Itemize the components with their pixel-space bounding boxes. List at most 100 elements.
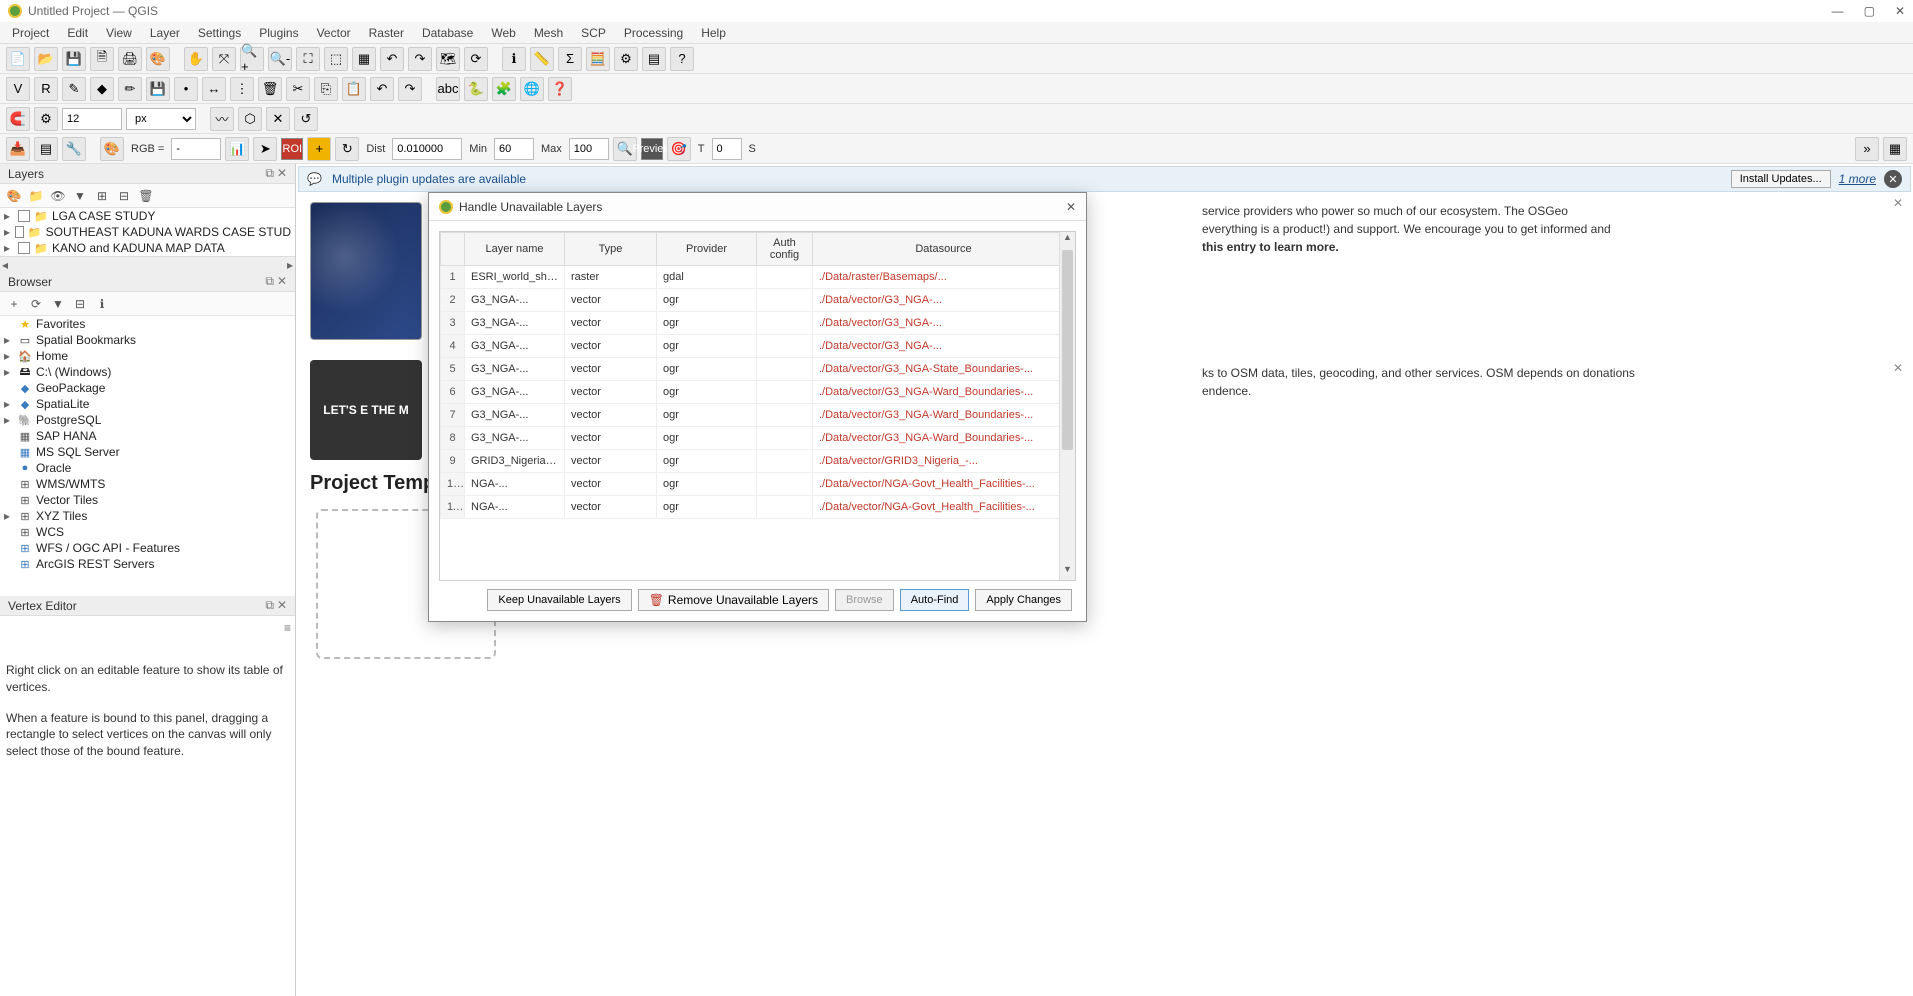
browser-item[interactable]: ▸▭Spatial Bookmarks — [0, 332, 295, 348]
scp-tools-icon[interactable]: 🔧 — [62, 137, 86, 161]
scp-more-icon[interactable]: » — [1855, 137, 1879, 161]
delete-selected-icon[interactable]: 🗑 — [258, 77, 282, 101]
menu-scp[interactable]: SCP — [573, 24, 614, 42]
scp-plus-icon[interactable]: + — [307, 137, 331, 161]
table-row[interactable]: 3G3_NGA-...vectorogr./Data/vector/G3_NGA… — [441, 312, 1075, 335]
vertex-close-icon[interactable]: ✕ — [277, 598, 287, 613]
window-close-button[interactable]: ✕ — [1895, 4, 1905, 18]
browser-item[interactable]: ⊞WFS / OGC API - Features — [0, 540, 295, 556]
menu-processing[interactable]: Processing — [616, 24, 691, 42]
browser-refresh-icon[interactable]: ⟳ — [28, 296, 44, 312]
layers-remove-icon[interactable]: 🗑 — [138, 188, 154, 204]
vertex-menu-icon[interactable]: ≡ — [284, 620, 291, 637]
browser-item[interactable]: ⊞ArcGIS REST Servers — [0, 556, 295, 572]
browser-item[interactable]: ▦SAP HANA — [0, 428, 295, 444]
pan-selection-icon[interactable]: ⤧ — [212, 47, 236, 71]
news-thumbnail-1[interactable] — [310, 202, 422, 340]
help-icon[interactable]: ? — [670, 47, 694, 71]
snap-unit-select[interactable]: px — [126, 108, 196, 130]
open-project-icon[interactable]: 📂 — [34, 47, 58, 71]
pan-icon[interactable]: ✋ — [184, 47, 208, 71]
layer-group-item[interactable]: ▸📁SOUTHEAST KADUNA WARDS CASE STUD — [0, 224, 295, 240]
new-map-view-icon[interactable]: 🗺 — [436, 47, 460, 71]
remove-layers-button[interactable]: 🗑Remove Unavailable Layers — [638, 589, 829, 611]
style-manager-icon[interactable]: 🎨 — [146, 47, 170, 71]
news-close-1-icon[interactable]: ✕ — [1893, 194, 1903, 212]
scp-input-icon[interactable]: 📥 — [6, 137, 30, 161]
add-feature-icon[interactable]: • — [174, 77, 198, 101]
browse-button[interactable]: Browse — [835, 589, 894, 611]
window-maximize-button[interactable]: ▢ — [1864, 4, 1875, 18]
browser-item[interactable]: ▸🖴C:\ (Windows) — [0, 364, 295, 380]
avoid-overlap-icon[interactable]: ✕ — [266, 107, 290, 131]
menu-raster[interactable]: Raster — [361, 24, 412, 42]
browser-item[interactable]: ▸🏠Home — [0, 348, 295, 364]
browser-item[interactable]: ⊞Vector Tiles — [0, 492, 295, 508]
browser-item[interactable]: ★Favorites — [0, 316, 295, 332]
scroll-up-icon[interactable]: ▲ — [1060, 232, 1075, 248]
measure-icon[interactable]: 📏 — [530, 47, 554, 71]
menu-project[interactable]: Project — [4, 24, 57, 42]
zoom-out-icon[interactable]: 🔍- — [268, 47, 292, 71]
toolbox-icon[interactable]: ⚙ — [614, 47, 638, 71]
table-row[interactable]: 5G3_NGA-...vectorogr./Data/vector/G3_NGA… — [441, 358, 1075, 381]
save-as-icon[interactable]: 🗎 — [90, 47, 114, 71]
table-row[interactable]: 6G3_NGA-...vectorogr./Data/vector/G3_NGA… — [441, 381, 1075, 404]
menu-mesh[interactable]: Mesh — [526, 24, 571, 42]
python-console-icon[interactable]: 🐍 — [464, 77, 488, 101]
scp-classify-icon[interactable]: 🎯 — [667, 137, 691, 161]
zoom-in-icon[interactable]: 🔍+ — [240, 47, 264, 71]
menu-help[interactable]: Help — [693, 24, 734, 42]
scp-dock-icon[interactable]: ▦ — [1883, 137, 1907, 161]
statistics-icon[interactable]: Σ — [558, 47, 582, 71]
zoom-full-icon[interactable]: ⛶ — [296, 47, 320, 71]
scroll-down-icon[interactable]: ▼ — [1060, 564, 1075, 580]
vertex-undock-icon[interactable]: ⧉ — [265, 598, 274, 613]
roi-label[interactable]: ROI — [281, 138, 303, 160]
layers-close-icon[interactable]: ✕ — [277, 166, 287, 181]
attribute-table-icon[interactable]: ▤ — [642, 47, 666, 71]
max-input[interactable] — [569, 138, 609, 160]
save-edits-icon[interactable]: 💾 — [146, 77, 170, 101]
cut-icon[interactable]: ✂ — [286, 77, 310, 101]
browser-collapse-icon[interactable]: ⊟ — [72, 296, 88, 312]
browser-item[interactable]: ⊞WCS — [0, 524, 295, 540]
scp-redo-icon[interactable]: ↻ — [335, 137, 359, 161]
print-layout-icon[interactable]: 🖨 — [118, 47, 142, 71]
t-input[interactable] — [712, 138, 742, 160]
notification-close-icon[interactable]: ✕ — [1884, 170, 1902, 188]
auto-find-button[interactable]: Auto-Find — [900, 589, 970, 611]
col-type[interactable]: Type — [565, 233, 657, 266]
browser-add-icon[interactable]: + — [6, 296, 22, 312]
snap-options-icon[interactable]: ⚙ — [34, 107, 58, 131]
menu-web[interactable]: Web — [483, 24, 523, 42]
zoom-last-icon[interactable]: ↶ — [380, 47, 404, 71]
col-auth-config[interactable]: Auth config — [757, 233, 813, 266]
menu-plugins[interactable]: Plugins — [251, 24, 306, 42]
table-row[interactable]: 10NGA-...vectorogr./Data/vector/NGA-Govt… — [441, 473, 1075, 496]
rgb-value-input[interactable] — [171, 138, 221, 160]
dialog-close-icon[interactable]: ✕ — [1066, 200, 1076, 214]
copy-icon[interactable]: ⎘ — [314, 77, 338, 101]
menu-vector[interactable]: Vector — [309, 24, 359, 42]
table-row[interactable]: 4G3_NGA-...vectorogr./Data/vector/G3_NGA… — [441, 335, 1075, 358]
layers-style-icon[interactable]: 🎨 — [6, 188, 22, 204]
dialog-vscroll[interactable]: ▲ ▼ — [1059, 232, 1075, 580]
table-row[interactable]: 1ESRI_world_sha...rastergdal./Data/raste… — [441, 266, 1075, 289]
menu-settings[interactable]: Settings — [190, 24, 249, 42]
browser-item[interactable]: ●Oracle — [0, 460, 295, 476]
more-notifications-link[interactable]: 1 more — [1839, 172, 1876, 186]
snap-tolerance-input[interactable] — [62, 108, 122, 130]
zoom-layer-icon[interactable]: ▦ — [352, 47, 376, 71]
layers-filter-icon[interactable]: ▼ — [72, 188, 88, 204]
add-raster-icon[interactable]: R — [34, 77, 58, 101]
menu-database[interactable]: Database — [414, 24, 481, 42]
browser-filter-icon[interactable]: ▼ — [50, 296, 66, 312]
layers-tree[interactable]: ▸📁LGA CASE STUDY▸📁SOUTHEAST KADUNA WARDS… — [0, 208, 295, 256]
browser-item[interactable]: ▦MS SQL Server — [0, 444, 295, 460]
vertex-tool-icon[interactable]: ⋮ — [230, 77, 254, 101]
table-row[interactable]: 11NGA-...vectorogr./Data/vector/NGA-Govt… — [441, 496, 1075, 519]
scp-rgb-icon[interactable]: 🎨 — [100, 137, 124, 161]
min-input[interactable] — [494, 138, 534, 160]
trace-icon[interactable]: 〰 — [210, 107, 234, 131]
